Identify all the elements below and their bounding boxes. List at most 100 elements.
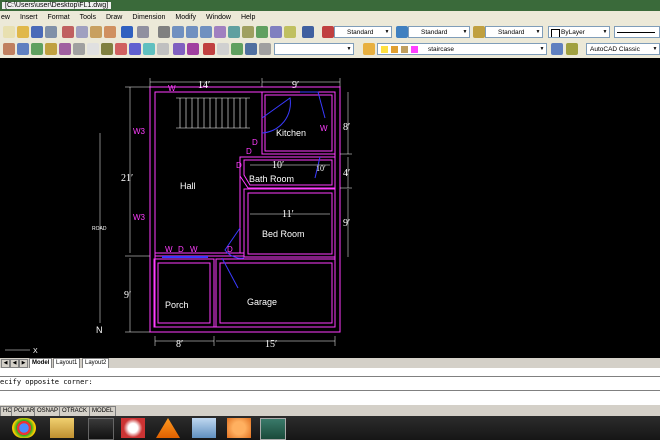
menu-tools[interactable]: Tools <box>75 11 101 24</box>
insert-block-icon[interactable] <box>73 43 85 55</box>
bed-wall-inner <box>247 192 333 255</box>
garage-wall-inner <box>219 262 333 324</box>
layer-previous-icon[interactable] <box>217 43 229 55</box>
zoom-realtime-icon[interactable] <box>172 26 184 38</box>
match-properties-icon[interactable] <box>104 26 116 38</box>
porch-window-w: W <box>165 245 173 254</box>
design-center-icon[interactable] <box>228 26 240 38</box>
workspace-select[interactable]: AutoCAD Classic ▼ <box>586 43 660 55</box>
open-icon[interactable] <box>17 26 29 38</box>
dim-aligned-icon[interactable] <box>187 43 199 55</box>
tool-palettes-icon[interactable] <box>242 26 254 38</box>
layer-states-2-icon[interactable] <box>566 43 578 55</box>
region-icon[interactable] <box>129 43 141 55</box>
layer-isolate-icon[interactable] <box>259 43 271 55</box>
standard-toolbar: Standard ▼ Standard ▼ Standard ▼ ByLayer ▼ <box>0 24 660 42</box>
make-block-icon[interactable] <box>87 43 99 55</box>
file-explorer-icon[interactable] <box>50 418 74 438</box>
dim-style-select[interactable]: Standard ▼ <box>408 26 470 38</box>
zoom-previous-icon[interactable] <box>200 26 212 38</box>
new-icon[interactable] <box>3 26 15 38</box>
remote-desktop-icon[interactable] <box>192 418 216 438</box>
garage-label: Garage <box>247 297 277 307</box>
print-icon[interactable] <box>45 26 57 38</box>
layer-color-icon <box>411 46 418 53</box>
menu-help[interactable]: Help <box>236 11 260 24</box>
zoom-window-icon[interactable] <box>186 26 198 38</box>
top-window-label: W <box>168 84 176 93</box>
drawing-area[interactable]: Kitchen Hall Bath Room Bed Room Porch Ga… <box>0 58 660 358</box>
porch-window-w2: W <box>190 245 198 254</box>
kitchen-wall <box>261 91 336 155</box>
cut-icon[interactable] <box>62 26 74 38</box>
dim-top-right: 9′ <box>292 80 299 91</box>
vlc-icon[interactable] <box>156 418 180 438</box>
prev-tab-icon[interactable]: ◀ <box>10 359 19 368</box>
layer-make-current-icon[interactable] <box>245 43 257 55</box>
properties-icon[interactable] <box>214 26 226 38</box>
color-select[interactable]: ByLayer ▼ <box>548 26 610 38</box>
hall-door-label: D <box>236 161 242 170</box>
chrome-icon[interactable] <box>12 418 36 438</box>
copy-icon[interactable] <box>76 26 88 38</box>
table-style-select[interactable]: Standard ▼ <box>485 26 543 38</box>
dimension-icon[interactable] <box>173 43 185 55</box>
kitchen-wall-inner <box>264 94 333 152</box>
circle-icon[interactable] <box>17 43 29 55</box>
gradient-icon[interactable] <box>115 43 127 55</box>
bed-label: Bed Room <box>262 229 305 239</box>
porch-label: Porch <box>165 300 189 310</box>
table-icon[interactable] <box>143 43 155 55</box>
rectangle-icon[interactable] <box>31 43 43 55</box>
dim-porch-height: 9′ <box>124 290 131 301</box>
layer-states-icon[interactable] <box>231 43 243 55</box>
layers-toolbar: ▼ staircase ▼ AutoCAD Classic ▼ <box>0 41 660 59</box>
menu-format[interactable]: Format <box>42 11 74 24</box>
layer-manager-icon[interactable] <box>363 43 375 55</box>
dim-bath-small: 10′ <box>316 164 326 173</box>
text-style-select[interactable]: Standard ▼ <box>334 26 392 38</box>
first-tab-icon[interactable]: ◀ <box>1 359 10 368</box>
point-icon[interactable] <box>101 43 113 55</box>
menu-insert[interactable]: Insert <box>15 11 43 24</box>
menu-window[interactable]: Window <box>201 11 236 24</box>
multiline-text-icon[interactable] <box>3 43 15 55</box>
menu-modify[interactable]: Modify <box>170 11 201 24</box>
command-window[interactable]: ecify opposite corner: <box>0 368 660 404</box>
kitchen-door-label: D <box>252 138 258 147</box>
menu-view[interactable]: ew <box>0 11 15 24</box>
sheet-set-icon[interactable] <box>256 26 268 38</box>
menu-dimension[interactable]: Dimension <box>127 11 170 24</box>
undo-icon[interactable] <box>121 26 133 38</box>
layer-previous-2-icon[interactable] <box>551 43 563 55</box>
redo-icon[interactable] <box>137 26 149 38</box>
paint-icon[interactable] <box>121 418 145 438</box>
window-w3-top: W3 <box>133 127 146 136</box>
layer-properties-icon[interactable] <box>203 43 215 55</box>
help-icon[interactable] <box>302 26 314 38</box>
mtext-icon[interactable] <box>157 43 169 55</box>
save-icon[interactable] <box>31 26 43 38</box>
plot-style-select[interactable]: ▼ <box>274 43 354 55</box>
firefox-icon[interactable] <box>227 418 251 438</box>
media-player-icon[interactable] <box>88 418 114 440</box>
paste-icon[interactable] <box>90 26 102 38</box>
dim-hall-height: 21′ <box>121 173 133 184</box>
staircase <box>176 97 250 129</box>
chevron-down-icon: ▼ <box>602 29 608 35</box>
next-tab-icon[interactable]: ▶ <box>19 359 28 368</box>
autocad-icon[interactable] <box>260 418 286 440</box>
windows-taskbar <box>0 416 660 440</box>
hatch-icon[interactable] <box>59 43 71 55</box>
arc-icon[interactable] <box>45 43 57 55</box>
kitchen-label: Kitchen <box>276 128 306 138</box>
linetype-select[interactable] <box>614 26 660 38</box>
layer-select[interactable]: staircase ▼ <box>377 43 547 55</box>
markup-icon[interactable] <box>270 26 282 38</box>
bath-door-label: D <box>246 147 252 156</box>
calculator-icon[interactable] <box>284 26 296 38</box>
pan-icon[interactable] <box>158 26 170 38</box>
chevron-down-icon: ▼ <box>539 46 545 52</box>
ucs-x-label: X <box>33 348 38 355</box>
menu-draw[interactable]: Draw <box>101 11 127 24</box>
